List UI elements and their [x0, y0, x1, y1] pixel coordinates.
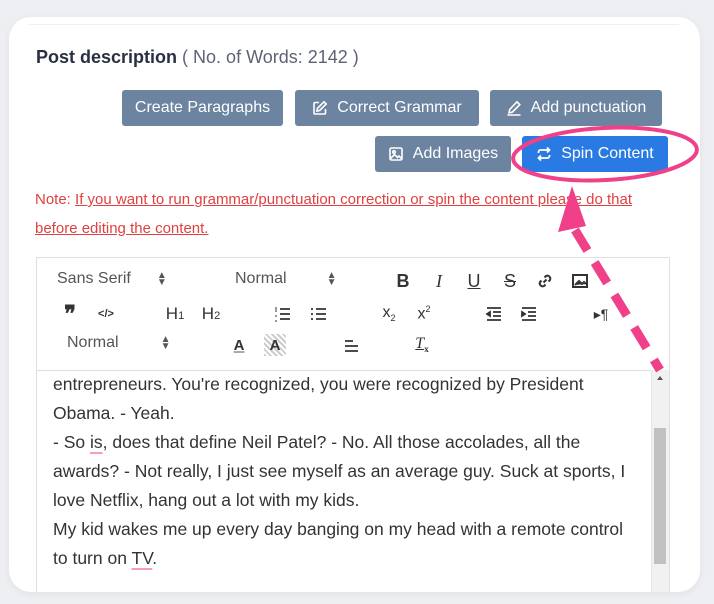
- create-paragraphs-label: Create Paragraphs: [134, 99, 271, 116]
- blockquote-button[interactable]: ❞: [59, 301, 81, 326]
- correct-grammar-button[interactable]: Correct Grammar: [295, 90, 479, 126]
- text-direction-icon: ▸¶: [593, 305, 609, 322]
- note-link[interactable]: If you want to run grammar/punctuation c…: [35, 191, 632, 237]
- clear-format-icon: Tx: [415, 335, 429, 355]
- spin-content-button[interactable]: Spin Content: [522, 136, 668, 172]
- background-color-button[interactable]: A: [264, 334, 286, 356]
- indent-button[interactable]: [518, 303, 540, 325]
- editor-scrollbar[interactable]: [651, 370, 669, 592]
- header-select[interactable]: Normal ▲ ▼: [67, 334, 187, 352]
- add-punctuation-label: Add punctuation: [530, 99, 647, 116]
- h2-icon: H2: [201, 304, 221, 323]
- h2-button[interactable]: H2: [199, 303, 223, 325]
- content-paragraph: entrepreneurs. You're recognized, you we…: [53, 374, 584, 423]
- image-icon: [388, 147, 403, 161]
- pencil-icon: [507, 100, 521, 116]
- h1-button[interactable]: H1: [163, 303, 187, 325]
- header-value: Normal: [67, 334, 119, 351]
- subscript-button[interactable]: x2: [377, 303, 401, 325]
- scrollbar-thumb[interactable]: [654, 428, 666, 564]
- italic-button[interactable]: I: [428, 270, 450, 292]
- add-images-label: Add Images: [412, 145, 499, 162]
- clean-format-button[interactable]: Tx: [411, 334, 433, 356]
- rich-text-editor: Sans Serif ▲ ▼ Normal ▲ ▼ B I U S ❞ </> …: [36, 257, 670, 592]
- bullet-list-icon: [311, 308, 326, 320]
- post-description-heading: Post description ( No. of Words: 2142 ): [36, 47, 359, 68]
- edit-square-icon: [313, 100, 328, 115]
- bold-button[interactable]: B: [392, 270, 414, 292]
- misspelled-word: TV: [131, 548, 153, 568]
- text-run: .: [152, 548, 158, 568]
- strike-button[interactable]: S: [499, 270, 521, 292]
- ordered-list-icon: [275, 307, 290, 322]
- editor-toolbar: Sans Serif ▲ ▼ Normal ▲ ▼ B I U S ❞ </> …: [37, 258, 669, 371]
- scroll-up-arrow-icon[interactable]: [657, 376, 663, 380]
- content-paragraph: - So is, does that define Neil Patel? - …: [53, 428, 635, 515]
- select-arrows-icon: ▲ ▼: [160, 334, 171, 352]
- outdent-button[interactable]: [483, 303, 505, 325]
- h1-icon: H1: [165, 304, 185, 323]
- text-color-button[interactable]: A: [228, 334, 250, 356]
- link-button[interactable]: [534, 270, 556, 292]
- align-button[interactable]: [340, 334, 362, 356]
- bullet-list-button[interactable]: [307, 303, 329, 325]
- bold-icon: B: [396, 270, 410, 291]
- align-left-icon: [345, 340, 358, 352]
- add-punctuation-button[interactable]: Add punctuation: [490, 90, 662, 126]
- underline-icon: U: [467, 270, 481, 291]
- editor-content[interactable]: entrepreneurs. You're recognized, you we…: [37, 370, 651, 592]
- superscript-button[interactable]: x2: [412, 303, 436, 325]
- link-icon: [538, 274, 552, 288]
- font-family-select[interactable]: Sans Serif ▲ ▼: [57, 270, 187, 288]
- indent-icon: [521, 307, 536, 321]
- add-images-button[interactable]: Add Images: [375, 136, 511, 172]
- font-size-value: Normal: [235, 270, 287, 287]
- text-color-icon: A: [233, 336, 245, 354]
- italic-icon: I: [436, 270, 442, 291]
- select-arrows-icon: ▲ ▼: [326, 270, 337, 288]
- ordered-list-button[interactable]: [271, 303, 293, 325]
- repeat-icon: [537, 146, 552, 162]
- code-icon: </>: [98, 308, 114, 320]
- divider: [29, 24, 679, 25]
- post-description-card: Post description ( No. of Words: 2142 ) …: [9, 17, 700, 592]
- superscript-icon: x2: [417, 304, 431, 323]
- image-icon: [572, 274, 588, 288]
- misspelled-word: is: [89, 432, 103, 452]
- outdent-icon: [485, 307, 501, 321]
- image-button[interactable]: [569, 270, 591, 292]
- text-run: , does that define Neil Patel? - No. All…: [53, 432, 626, 510]
- underline-button[interactable]: U: [463, 270, 485, 292]
- font-family-value: Sans Serif: [57, 270, 131, 287]
- quote-icon: ❞: [64, 301, 76, 326]
- content-paragraph: My kid wakes me up every day banging on …: [53, 515, 635, 573]
- correct-grammar-label: Correct Grammar: [337, 99, 462, 116]
- select-arrows-icon: ▲ ▼: [156, 270, 167, 288]
- note-prefix: Note:: [35, 191, 71, 208]
- background-color-icon: A: [269, 336, 281, 354]
- text-direction-button[interactable]: ▸¶: [590, 303, 612, 325]
- font-size-select[interactable]: Normal ▲ ▼: [235, 270, 355, 288]
- create-paragraphs-button[interactable]: Create Paragraphs: [122, 90, 283, 126]
- heading-label: Post description: [36, 47, 178, 67]
- strike-icon: S: [503, 270, 516, 291]
- text-run: - So: [53, 432, 90, 452]
- code-block-button[interactable]: </>: [93, 303, 119, 325]
- word-count: ( No. of Words: 2142 ): [182, 47, 359, 67]
- spin-content-label: Spin Content: [561, 145, 654, 162]
- editing-note: Note: If you want to run grammar/punctua…: [35, 185, 675, 243]
- subscript-icon: x2: [382, 304, 396, 324]
